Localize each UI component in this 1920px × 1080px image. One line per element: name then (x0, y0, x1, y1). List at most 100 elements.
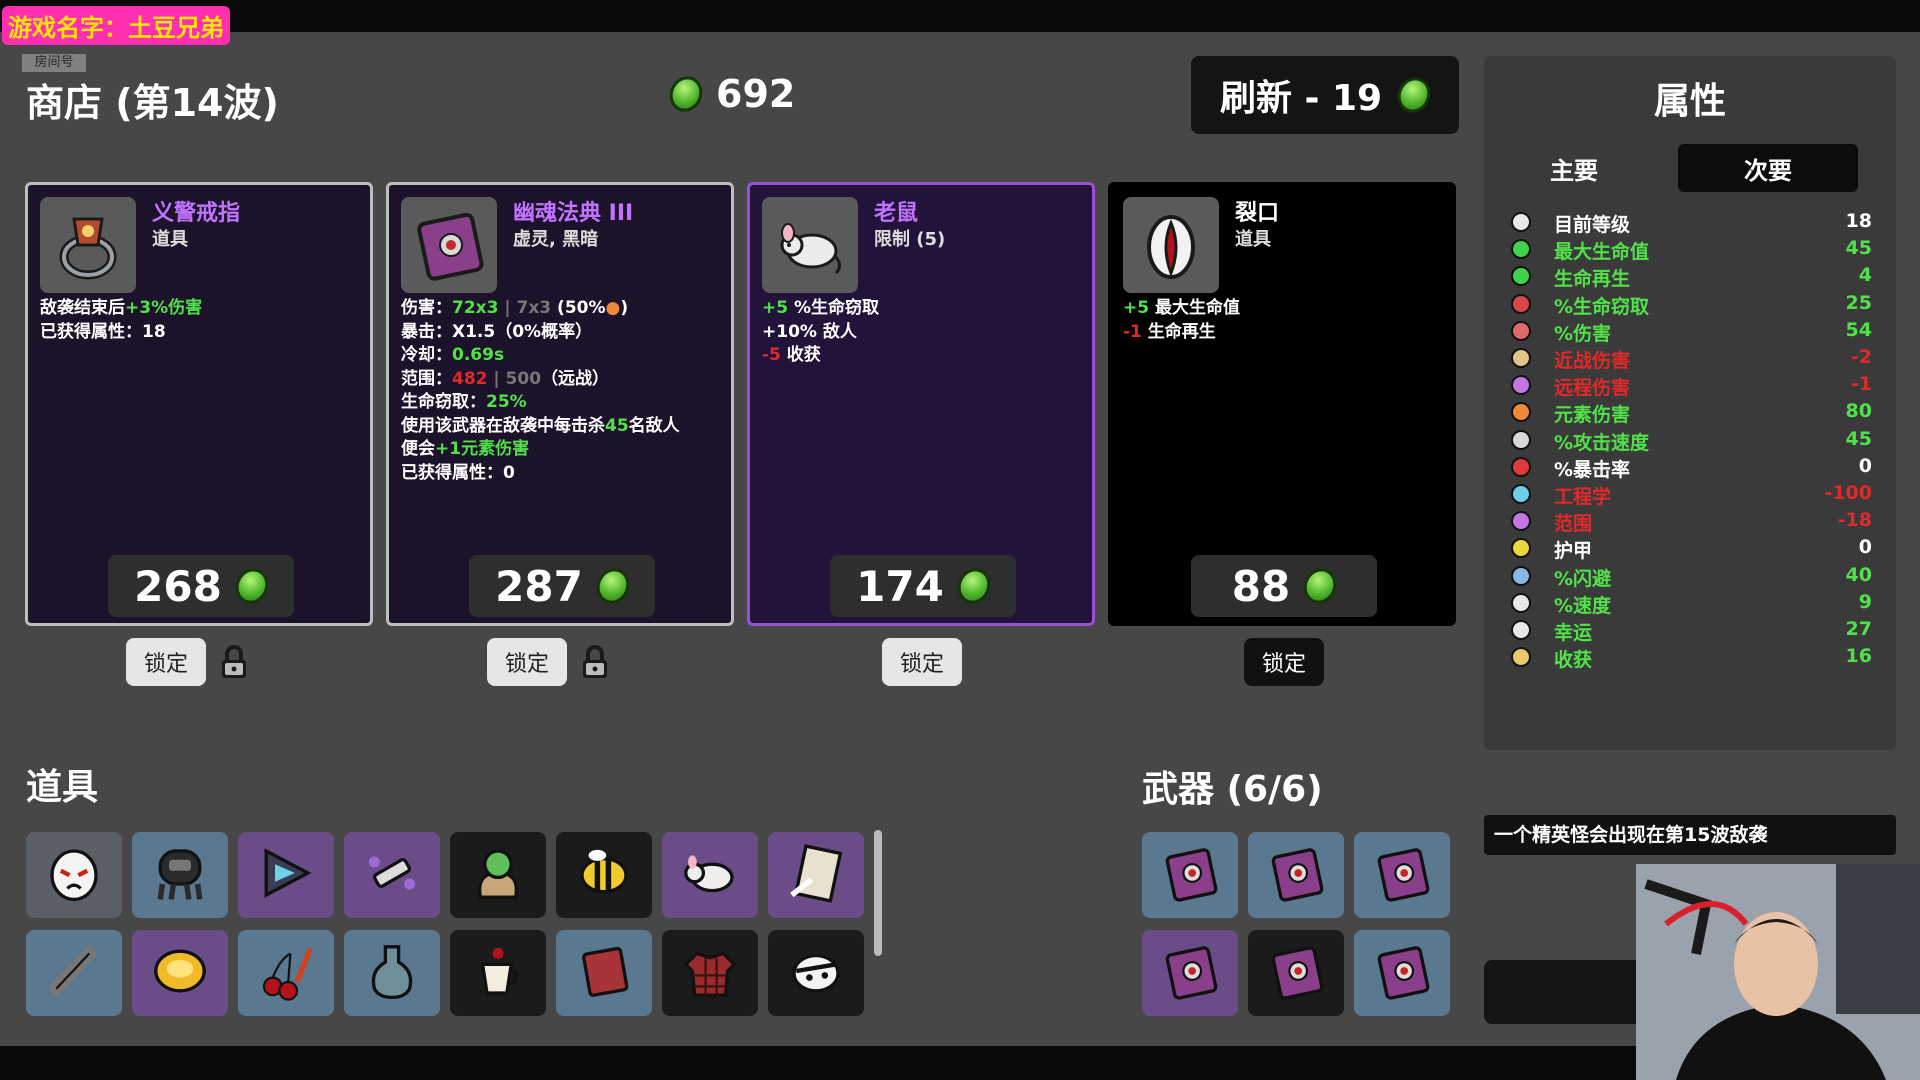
weapon-slot[interactable] (1142, 832, 1238, 918)
level-icon (1510, 211, 1532, 233)
syringe-icon (359, 840, 425, 910)
weapon-slot[interactable] (1354, 930, 1450, 1016)
stat-name: 最大生命值 (1554, 241, 1650, 264)
bow-icon (1510, 374, 1532, 396)
item-slot[interactable] (238, 930, 334, 1016)
stat-row[interactable]: 最大生命值 45 (1484, 237, 1896, 263)
stat-value: 40 (1845, 563, 1872, 586)
attributes-panel: 属性 主要 次要 目前等级 18 最大生命值 45 生命再生 4 %生命窃取 25 %伤害 54 近… (1484, 56, 1896, 750)
buy-price-button[interactable]: 88 (1191, 555, 1377, 617)
item-slot[interactable] (26, 832, 122, 918)
stat-row[interactable]: 生命再生 4 (1484, 264, 1896, 290)
weapon-slot[interactable] (1142, 930, 1238, 1016)
stat-value: 25 (1845, 291, 1872, 314)
item-slot[interactable] (556, 832, 652, 918)
ghost-tome-icon (1263, 840, 1329, 910)
flame-icon (1510, 401, 1532, 423)
lock-button-4[interactable]: 锁定 (1244, 638, 1324, 686)
stat-row[interactable]: 工程学 -100 (1484, 482, 1896, 508)
material-coin-icon (1298, 562, 1343, 610)
order-scroll-icon (783, 840, 849, 910)
stat-value: 9 (1858, 590, 1872, 613)
item-slot[interactable] (556, 930, 652, 1016)
shop-card-1[interactable]: 义警戒指 道具 敌袭结束后+3%伤害 已获得属性：18 268 (25, 182, 373, 626)
buy-price-button[interactable]: 174 (830, 555, 1016, 617)
stat-name: %暴击率 (1554, 458, 1631, 481)
stat-name: %伤害 (1554, 322, 1612, 345)
item-slot[interactable] (132, 832, 228, 918)
material-coin-icon (663, 70, 709, 118)
item-type: 道具 (152, 229, 188, 250)
stat-row[interactable]: 护甲 0 (1484, 536, 1896, 562)
bone-icon (41, 938, 107, 1008)
buy-price-button[interactable]: 268 (108, 555, 294, 617)
stat-row[interactable]: 范围 -18 (1484, 509, 1896, 535)
stream-game-title-overlay: 游戏名字：土豆兄弟 (2, 6, 230, 45)
item-slot[interactable] (132, 930, 228, 1016)
lock-button-2[interactable]: 锁定 (487, 638, 567, 686)
price-value: 287 (495, 561, 583, 611)
ghost-tome-icon (1157, 938, 1223, 1008)
item-slot[interactable] (768, 832, 864, 918)
tab-primary[interactable]: 主要 (1484, 144, 1664, 192)
stat-name: 护甲 (1554, 540, 1593, 563)
shield-icon (1510, 537, 1532, 559)
stat-row[interactable]: 幸运 27 (1484, 618, 1896, 644)
ghost-tome-icon (401, 197, 497, 293)
item-slot[interactable] (768, 930, 864, 1016)
plant-sack-icon (465, 840, 531, 910)
stat-row[interactable]: 元素伤害 80 (1484, 400, 1896, 426)
item-type: 道具 (1235, 229, 1271, 250)
stat-row[interactable]: %暴击率 0 (1484, 455, 1896, 481)
stat-row[interactable]: 目前等级 18 (1484, 210, 1896, 236)
material-coin-icon (1391, 71, 1437, 119)
range-icon (1510, 510, 1532, 532)
weapon-slot[interactable] (1354, 832, 1450, 918)
lock-button-3[interactable]: 锁定 (882, 638, 962, 686)
go-button-partial[interactable] (1484, 960, 1654, 1024)
stat-value: -100 (1824, 482, 1872, 504)
item-slot[interactable] (344, 832, 440, 918)
weapon-slot[interactable] (1248, 930, 1344, 1016)
brain-icon (1510, 320, 1532, 342)
stat-row[interactable]: %闪避 40 (1484, 564, 1896, 590)
tab-secondary[interactable]: 次要 (1678, 144, 1858, 192)
item-slot[interactable] (662, 930, 758, 1016)
item-slot[interactable] (344, 930, 440, 1016)
shop-card-2[interactable]: 幽魂法典 III 虚灵, 黑暗 伤害：72x3 | 7x3 (50%●) 暴击：… (386, 182, 734, 626)
buy-price-button[interactable]: 287 (469, 555, 655, 617)
item-slot[interactable] (238, 832, 334, 918)
stat-name: 收获 (1554, 649, 1593, 672)
stat-row[interactable]: %速度 9 (1484, 591, 1896, 617)
stat-row[interactable]: 远程伤害 -1 (1484, 373, 1896, 399)
shop-title: 商店 (第14波) (26, 81, 279, 125)
rat-icon (762, 197, 858, 293)
shop-card-4[interactable]: 裂口 道具 +5 最大生命值 -1 生命再生 88 (1108, 182, 1456, 626)
price-value: 268 (134, 561, 222, 611)
stat-row[interactable]: %生命窃取 25 (1484, 292, 1896, 318)
stat-row[interactable]: %伤害 54 (1484, 319, 1896, 345)
item-slot[interactable] (26, 930, 122, 1016)
flame-icon: ● (605, 298, 621, 318)
shop-card-3[interactable]: 老鼠 限制 (5) +5 %生命窃取 +10% 敌人 -5 收获 174 (747, 182, 1095, 626)
item-name: 裂口 (1235, 201, 1280, 226)
wrench-icon (1510, 483, 1532, 505)
lock-button-1[interactable]: 锁定 (126, 638, 206, 686)
item-slot[interactable] (450, 930, 546, 1016)
stat-row[interactable]: %攻击速度 45 (1484, 428, 1896, 454)
stat-value: 18 (1845, 210, 1872, 232)
stat-name: 近战伤害 (1554, 350, 1631, 372)
price-value: 174 (856, 561, 944, 611)
stat-row[interactable]: 收获 16 (1484, 645, 1896, 671)
stat-value: 45 (1845, 427, 1872, 450)
stat-value: -2 (1850, 346, 1872, 368)
stat-value: -18 (1837, 509, 1872, 532)
item-slot[interactable] (662, 832, 758, 918)
stat-row[interactable]: 近战伤害 -2 (1484, 346, 1896, 372)
price-value: 88 (1231, 561, 1291, 611)
stat-name: 目前等级 (1554, 214, 1631, 236)
refresh-button[interactable]: 刷新 - 19 (1191, 56, 1459, 134)
items-scrollbar[interactable] (874, 830, 882, 956)
weapon-slot[interactable] (1248, 832, 1344, 918)
item-slot[interactable] (450, 832, 546, 918)
